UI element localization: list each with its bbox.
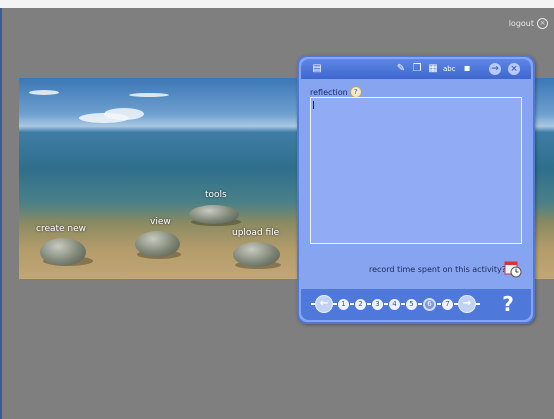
document-icon[interactable]: ▤ (311, 63, 323, 75)
close-circle-icon: × (537, 18, 548, 29)
cloud (29, 90, 59, 95)
logout-label: logout (508, 19, 534, 28)
page-button-1[interactable]: 1 (338, 298, 349, 310)
create-new-label[interactable]: create new (36, 224, 86, 234)
page-button-7[interactable]: 7 (442, 298, 453, 310)
top-bar (0, 0, 554, 8)
page-navigator: ← 1 2 3 4 5 6 7 → (311, 295, 486, 313)
tools-label[interactable]: tools (205, 190, 227, 200)
reflection-label: reflection (310, 87, 348, 97)
spellcheck-icon[interactable]: abc (443, 63, 456, 75)
cloud (104, 108, 144, 120)
calendar-clock-icon[interactable] (504, 260, 522, 278)
page-button-6[interactable]: 6 (423, 297, 436, 311)
logout-link[interactable]: logout × (509, 18, 548, 29)
page-button-4[interactable]: 4 (389, 298, 400, 310)
help-button[interactable]: ? (493, 291, 523, 318)
view-rock[interactable] (135, 231, 180, 257)
tools-rock[interactable] (189, 205, 239, 224)
view-label[interactable]: view (150, 217, 171, 227)
page-button-5[interactable]: 5 (406, 298, 417, 310)
page-button-2[interactable]: 2 (355, 298, 366, 310)
page-button-3[interactable]: 3 (372, 298, 383, 310)
previous-arrow-icon[interactable]: ← (315, 295, 333, 313)
save-icon[interactable]: ▪ (461, 63, 473, 75)
create-new-rock[interactable] (40, 238, 86, 266)
reflection-textarea[interactable] (310, 97, 522, 244)
left-edge-line (0, 8, 2, 419)
text-caret (313, 101, 314, 109)
forward-icon[interactable]: → (489, 63, 501, 75)
copy-icon[interactable]: ❐ (411, 63, 423, 75)
pager-bar: ← 1 2 3 4 5 6 7 → ? (301, 289, 531, 320)
panel-toolbar: ▤ ✎ ❐ ▦ abc ▪ → × (301, 59, 531, 79)
reflection-panel: ▤ ✎ ❐ ▦ abc ▪ → × reflection ? record ti… (297, 55, 535, 324)
upload-file-rock[interactable] (233, 242, 280, 267)
cloud (129, 93, 169, 97)
edit-icon[interactable]: ✎ (395, 63, 407, 75)
upload-file-label[interactable]: upload file (232, 228, 279, 238)
next-arrow-icon[interactable]: → (458, 295, 476, 313)
record-time-label: record time spent on this activity? (369, 265, 507, 274)
close-icon[interactable]: × (508, 63, 520, 75)
paste-icon[interactable]: ▦ (427, 63, 439, 75)
